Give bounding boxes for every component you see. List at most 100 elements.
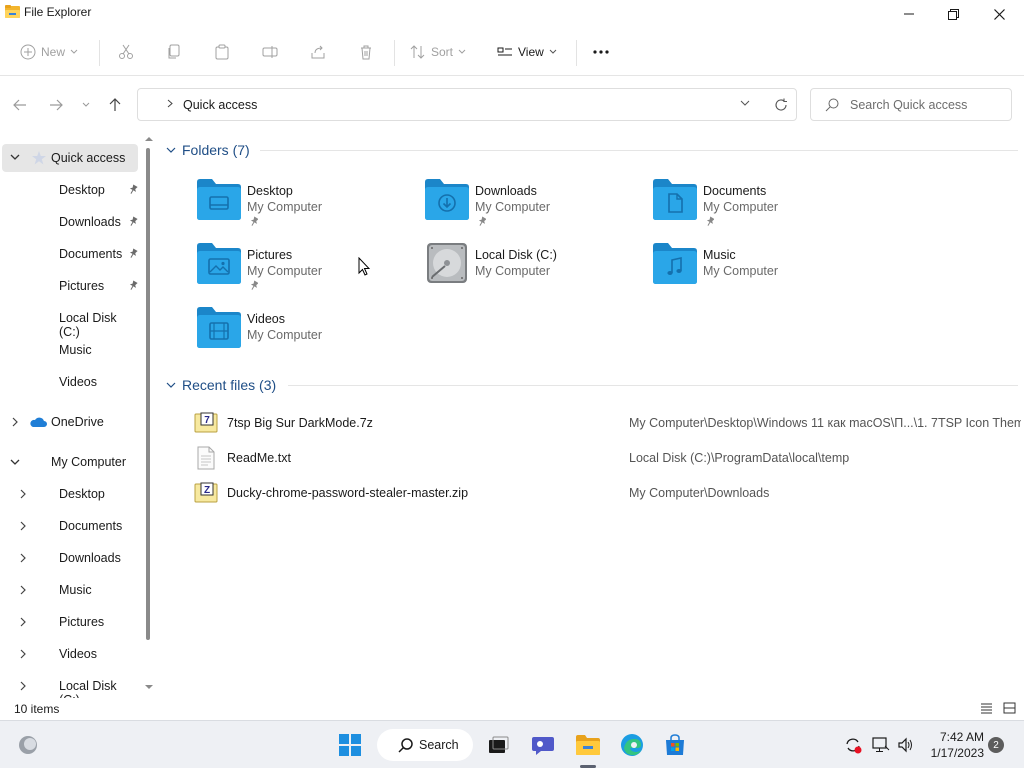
close-icon (993, 8, 1005, 20)
sidebar-item-label: Videos (59, 375, 97, 389)
chevron-right-icon[interactable] (20, 681, 26, 691)
sidebar-item-mc-documents[interactable]: Documents (2, 512, 138, 540)
chevron-down-icon[interactable] (10, 154, 20, 161)
file-view: Folders (7) Desktop My Computer Download… (160, 132, 1024, 698)
recent-file-row[interactable]: 7 7tsp Big Sur DarkMode.7z My Computer\D… (190, 408, 1021, 438)
cut-button[interactable] (118, 40, 134, 64)
microsoft-store-button[interactable] (661, 729, 689, 761)
sidebar-item-desktop-pinned[interactable]: Desktop (2, 176, 138, 204)
chat-button[interactable] (528, 729, 558, 761)
start-button[interactable] (334, 729, 366, 761)
chevron-down-icon[interactable] (740, 100, 750, 107)
volume-button[interactable] (896, 729, 916, 761)
sidebar-item-music[interactable]: Music (2, 336, 138, 364)
scroll-up-icon[interactable] (145, 136, 153, 142)
sidebar-item-mc-downloads[interactable]: Downloads (2, 544, 138, 572)
scrollbar-thumb[interactable] (146, 148, 150, 640)
forward-button[interactable] (46, 95, 66, 115)
recent-file-row[interactable]: ReadMe.txt Local Disk (C:)\ProgramData\l… (190, 443, 1020, 473)
sidebar-item-documents-pinned[interactable]: Documents (2, 240, 138, 268)
widgets-button[interactable] (14, 729, 42, 761)
sidebar-item-local-disk[interactable]: Local Disk (C:) (2, 304, 138, 339)
scroll-down-icon[interactable] (145, 684, 153, 690)
share-button[interactable] (310, 40, 326, 64)
folder-tile-videos[interactable]: Videos My Computer (195, 300, 415, 356)
folder-location: My Computer (247, 200, 323, 214)
folder-tile-music[interactable]: Music My Computer (651, 236, 871, 292)
folder-icon (576, 735, 600, 755)
folder-tile-local-disk[interactable]: Local Disk (C:) My Computer (423, 236, 643, 292)
search-box[interactable] (810, 88, 1012, 121)
chevron-right-icon (167, 99, 173, 108)
folder-tile-documents[interactable]: Documents My Computer (651, 172, 871, 228)
sidebar-item-mc-pictures[interactable]: Pictures (2, 608, 138, 636)
pin-icon (706, 216, 714, 226)
sidebar-item-mc-videos[interactable]: Videos (2, 640, 138, 668)
sidebar-item-label: Music (59, 343, 92, 357)
view-button[interactable]: View (497, 40, 557, 64)
pin-icon (129, 184, 138, 194)
chevron-down-icon[interactable] (10, 459, 20, 466)
chevron-right-icon[interactable] (20, 585, 26, 595)
section-divider (288, 385, 1018, 386)
windows-logo-icon (339, 734, 361, 756)
folder-location: My Computer (703, 200, 779, 214)
maximize-button[interactable] (930, 0, 976, 28)
recent-locations-button[interactable] (76, 95, 96, 115)
tiles-view-icon[interactable] (1003, 702, 1016, 714)
sidebar-item-label: My Computer (51, 455, 127, 469)
close-button[interactable] (976, 0, 1022, 28)
sync-status-button[interactable] (842, 729, 864, 761)
search-input[interactable] (850, 96, 1005, 114)
new-button[interactable]: New (20, 40, 78, 64)
chevron-right-icon[interactable] (20, 649, 26, 659)
chevron-right-icon[interactable] (12, 417, 18, 427)
sidebar-item-my-computer[interactable]: My Computer (2, 448, 138, 476)
details-view-icon[interactable] (980, 702, 993, 714)
delete-button[interactable] (358, 40, 374, 64)
sidebar-item-mc-desktop[interactable]: Desktop (2, 480, 138, 508)
folder-tile-desktop[interactable]: Desktop My Computer (195, 172, 415, 228)
folder-tile-pictures[interactable]: Pictures My Computer (195, 236, 415, 292)
refresh-icon[interactable] (774, 98, 788, 112)
chevron-right-icon[interactable] (20, 521, 26, 531)
chevron-right-icon[interactable] (20, 553, 26, 563)
minimize-button[interactable] (886, 0, 932, 28)
task-view-button[interactable] (484, 729, 512, 761)
view-label: View (518, 45, 544, 59)
chevron-right-icon[interactable] (20, 617, 26, 627)
rename-button[interactable] (262, 40, 278, 64)
file-explorer-taskbar-button[interactable] (572, 729, 604, 761)
sidebar-scrollbar[interactable] (142, 132, 156, 698)
folder-location: My Computer (475, 264, 551, 278)
address-bar[interactable]: Quick access (137, 88, 797, 121)
folder-tile-downloads[interactable]: Downloads My Computer (423, 172, 643, 228)
sidebar-item-label: Quick access (51, 151, 126, 165)
sidebar-item-videos[interactable]: Videos (2, 368, 138, 396)
sidebar-item-mc-music[interactable]: Music (2, 576, 138, 604)
archive-zip-icon: Z (194, 482, 218, 503)
edge-browser-button[interactable] (617, 729, 647, 761)
recent-file-row[interactable]: Z Ducky-chrome-password-stealer-master.z… (190, 478, 1020, 508)
back-button[interactable] (10, 95, 30, 115)
paste-button[interactable] (214, 40, 230, 64)
folders-section-header[interactable]: Folders (7) (166, 139, 250, 161)
notification-badge[interactable]: 2 (988, 737, 1004, 753)
sidebar-item-downloads-pinned[interactable]: Downloads (2, 208, 138, 236)
sidebar-item-mc-local-disk[interactable]: Local Disk (C:) (2, 672, 138, 698)
sidebar-item-label: Downloads (59, 215, 121, 229)
copy-button[interactable] (166, 40, 182, 64)
sidebar-item-onedrive[interactable]: OneDrive (2, 408, 138, 436)
clock[interactable]: 7:42 AM 1/17/2023 (920, 729, 984, 761)
more-options-button[interactable] (593, 40, 609, 64)
sidebar-item-quick-access[interactable]: Quick access (2, 144, 138, 172)
up-button[interactable] (105, 95, 125, 115)
desktop-folder-icon (197, 179, 241, 220)
sort-button[interactable]: Sort (410, 40, 466, 64)
sidebar-item-pictures-pinned[interactable]: Pictures (2, 272, 138, 300)
chevron-right-icon[interactable] (20, 489, 26, 499)
taskbar-search-button[interactable]: Search (377, 729, 473, 761)
network-button[interactable] (871, 729, 891, 761)
recent-files-section-header[interactable]: Recent files (3) (166, 374, 276, 396)
breadcrumb-quick-access[interactable]: Quick access (183, 98, 257, 112)
